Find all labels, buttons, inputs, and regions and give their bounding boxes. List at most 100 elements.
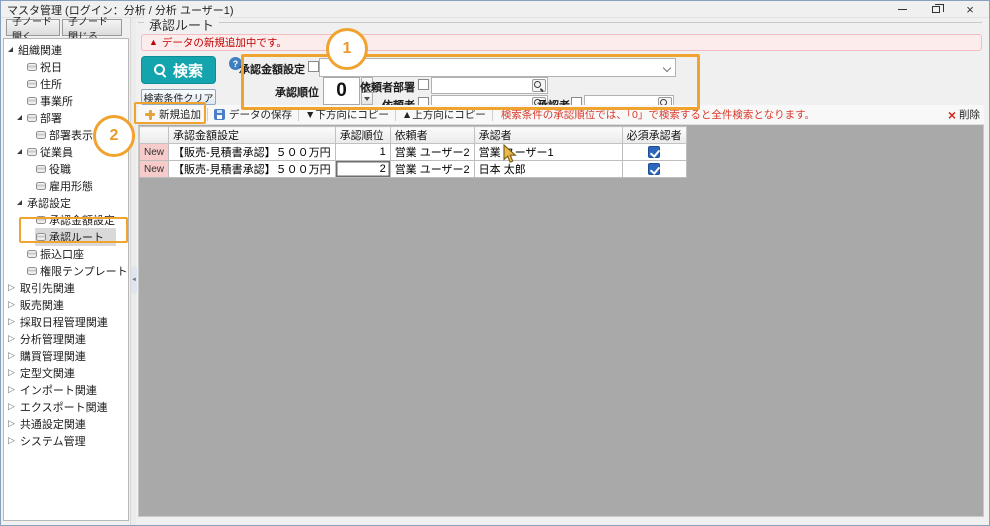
tree-item-label: 分析管理関連 xyxy=(19,333,86,346)
expanded-arrow-icon[interactable] xyxy=(17,200,22,205)
tree-item-jigyosho[interactable]: 事業所 xyxy=(4,92,128,109)
tree-item-label: 振込口座 xyxy=(40,248,84,261)
requester-dept-lookup xyxy=(431,77,548,94)
column-header[interactable]: 必須承認者 xyxy=(621,126,687,144)
tree-item-bunseki-kanri-kanren[interactable]: ▷ 分析管理関連 xyxy=(4,330,128,347)
grid-toolbar: 新規追加 データの保存 ▼下方向にコピー ▲上方向にコピー 検索条件の承認順位で… xyxy=(138,105,984,124)
cell-approver[interactable]: 日本 太郎 xyxy=(473,160,623,178)
collapsed-arrow-icon[interactable]: ▷ xyxy=(8,368,15,377)
requester-dept-input[interactable] xyxy=(433,79,530,92)
collapsed-arrow-icon[interactable]: ▷ xyxy=(8,385,15,394)
tree-item-label: 役職 xyxy=(49,163,71,176)
approval-amount-checkbox[interactable] xyxy=(308,61,319,72)
tree-item-body: 住所 xyxy=(26,75,65,93)
copy-down-button[interactable]: ▼下方向にコピー xyxy=(301,107,393,122)
column-header[interactable]: 承認順位 xyxy=(334,126,391,144)
collapsed-arrow-icon[interactable]: ▷ xyxy=(8,351,15,360)
search-button[interactable]: 検索 xyxy=(141,56,216,84)
tree-item-kobai-kanri-kanren[interactable]: ▷ 購買管理関連 xyxy=(4,347,128,364)
status-alert-banner: ▲ データの新規追加中です。 xyxy=(141,34,982,51)
collapsed-arrow-icon[interactable]: ▷ xyxy=(8,419,15,428)
tree-item-label: システム管理 xyxy=(19,435,86,448)
requester-dept-search-button[interactable] xyxy=(532,79,546,92)
column-header[interactable]: 承認者 xyxy=(473,126,623,144)
collapsed-arrow-icon[interactable]: ▷ xyxy=(8,283,15,292)
tree-item-jugyoin[interactable]: 従業員 xyxy=(4,143,128,160)
clear-search-conditions-button[interactable]: 検索条件クリア xyxy=(141,89,216,105)
open-child-nodes-button[interactable]: 子ノード開く xyxy=(6,17,60,43)
column-header[interactable]: 承認金額設定 xyxy=(168,126,336,144)
column-header[interactable]: 依頼者 xyxy=(389,126,475,144)
database-icon xyxy=(27,62,37,71)
cell-requester[interactable]: 営業 ユーザー2 xyxy=(389,143,475,161)
tree-item-soshiki-kanren[interactable]: 組織関連 xyxy=(4,41,128,58)
cell-approval-order[interactable]: 1 xyxy=(334,143,391,161)
tree-item-body: インポート関連 xyxy=(19,381,100,399)
restore-icon xyxy=(932,4,944,13)
tree-item-import-kanren[interactable]: ▷ インポート関連 xyxy=(4,381,128,398)
splitter-collapse-arrow-icon[interactable]: ◄ xyxy=(131,266,137,294)
group-divider xyxy=(138,22,982,23)
tree-item-koyo-keitai[interactable]: 雇用形態 xyxy=(4,177,128,194)
close-button[interactable]: × xyxy=(953,1,987,18)
collapsed-arrow-icon[interactable]: ▷ xyxy=(8,402,15,411)
expanded-arrow-icon[interactable] xyxy=(17,149,22,154)
search-button-label: 検索 xyxy=(172,62,203,80)
tree-item-shonin-settei[interactable]: 承認設定 xyxy=(4,194,128,211)
tree-item-yakushoku[interactable]: 役職 xyxy=(4,160,128,177)
tree-item-body: エクスポート関連 xyxy=(19,398,111,416)
approval-amount-combobox[interactable] xyxy=(319,58,676,77)
tree-item-body: 従業員 xyxy=(26,143,76,161)
tree-item-body: 部署 xyxy=(26,109,65,127)
cell-requester[interactable]: 営業 ユーザー2 xyxy=(389,160,475,178)
tree-item-shonin-kingaku-settei[interactable]: 承認金額設定 xyxy=(4,211,128,228)
tree-item-teikeibun-kanren[interactable]: ▷ 定型文関連 xyxy=(4,364,128,381)
checked-checkbox-icon[interactable] xyxy=(648,146,661,159)
copy-down-label: ▼下方向にコピー xyxy=(305,109,389,121)
sidebar-splitter[interactable]: ◄ xyxy=(130,18,137,525)
tree-item-shukujitsu[interactable]: 祝日 xyxy=(4,58,128,75)
cell-approval-amount[interactable]: 【販売-見積書承認】５００万円 xyxy=(168,160,336,178)
save-data-button[interactable]: データの保存 xyxy=(210,107,296,122)
tree-item-kengen-template[interactable]: 権限テンプレート xyxy=(4,262,128,279)
tree-item-body: 販売関連 xyxy=(19,296,67,314)
tree-item-hanbai-kanren[interactable]: ▷ 販売関連 xyxy=(4,296,128,313)
collapsed-arrow-icon[interactable]: ▷ xyxy=(8,300,15,309)
tree-item-kyotsu-settei-kanren[interactable]: ▷ 共通設定関連 xyxy=(4,415,128,432)
tree-item-saishu-nittei-kanri-kanren[interactable]: ▷ 採取日程管理関連 xyxy=(4,313,128,330)
cell-approver[interactable]: 営業 ユーザー1 xyxy=(473,143,623,161)
tree-item-busho-hyoji[interactable]: 部署表示 xyxy=(4,126,128,143)
maximize-button[interactable] xyxy=(919,1,953,18)
close-child-nodes-button[interactable]: 子ノード閉じる xyxy=(62,17,122,43)
add-new-button[interactable]: 新規追加 xyxy=(141,107,205,122)
plus-icon xyxy=(145,109,155,120)
tree-item-busho[interactable]: 部署 xyxy=(4,109,128,126)
collapsed-arrow-icon[interactable]: ▷ xyxy=(8,334,15,343)
tree-item-label: エクスポート関連 xyxy=(19,401,108,414)
database-icon xyxy=(36,232,46,241)
tree-item-label: 承認設定 xyxy=(27,197,71,210)
tree-item-furikomi-koza[interactable]: 振込口座 xyxy=(4,245,128,262)
tree-item-label: 共通設定関連 xyxy=(19,418,86,431)
collapsed-arrow-icon[interactable]: ▷ xyxy=(8,436,15,445)
tree-item-system-kanri[interactable]: ▷ システム管理 xyxy=(4,432,128,449)
delete-button[interactable]: × 削除 xyxy=(948,107,980,122)
checked-checkbox-icon[interactable] xyxy=(648,163,661,176)
requester-dept-checkbox[interactable] xyxy=(418,79,429,90)
tree-item-jusho[interactable]: 住所 xyxy=(4,75,128,92)
tree-item-body: 購買管理関連 xyxy=(19,347,89,365)
row-status-badge[interactable]: New xyxy=(138,143,170,161)
minimize-button[interactable] xyxy=(885,1,919,18)
row-status-badge[interactable]: New xyxy=(138,160,170,178)
cell-approval-order[interactable]: 2 xyxy=(334,160,391,178)
table-row: New 【販売-見積書承認】５００万円 2 営業 ユーザー2 日本 太郎 xyxy=(138,160,687,178)
database-icon xyxy=(27,266,37,275)
cell-approval-amount[interactable]: 【販売-見積書承認】５００万円 xyxy=(168,143,336,161)
collapsed-arrow-icon[interactable]: ▷ xyxy=(8,317,15,326)
tree-item-shonin-route[interactable]: 承認ルート xyxy=(4,227,128,246)
tree-item-export-kanren[interactable]: ▷ エクスポート関連 xyxy=(4,398,128,415)
expanded-arrow-icon[interactable] xyxy=(17,115,22,120)
copy-up-button[interactable]: ▲上方向にコピー xyxy=(398,107,490,122)
tree-item-torihikisaki-kanren[interactable]: ▷ 取引先関連 xyxy=(4,279,128,296)
expanded-arrow-icon[interactable] xyxy=(8,47,13,52)
